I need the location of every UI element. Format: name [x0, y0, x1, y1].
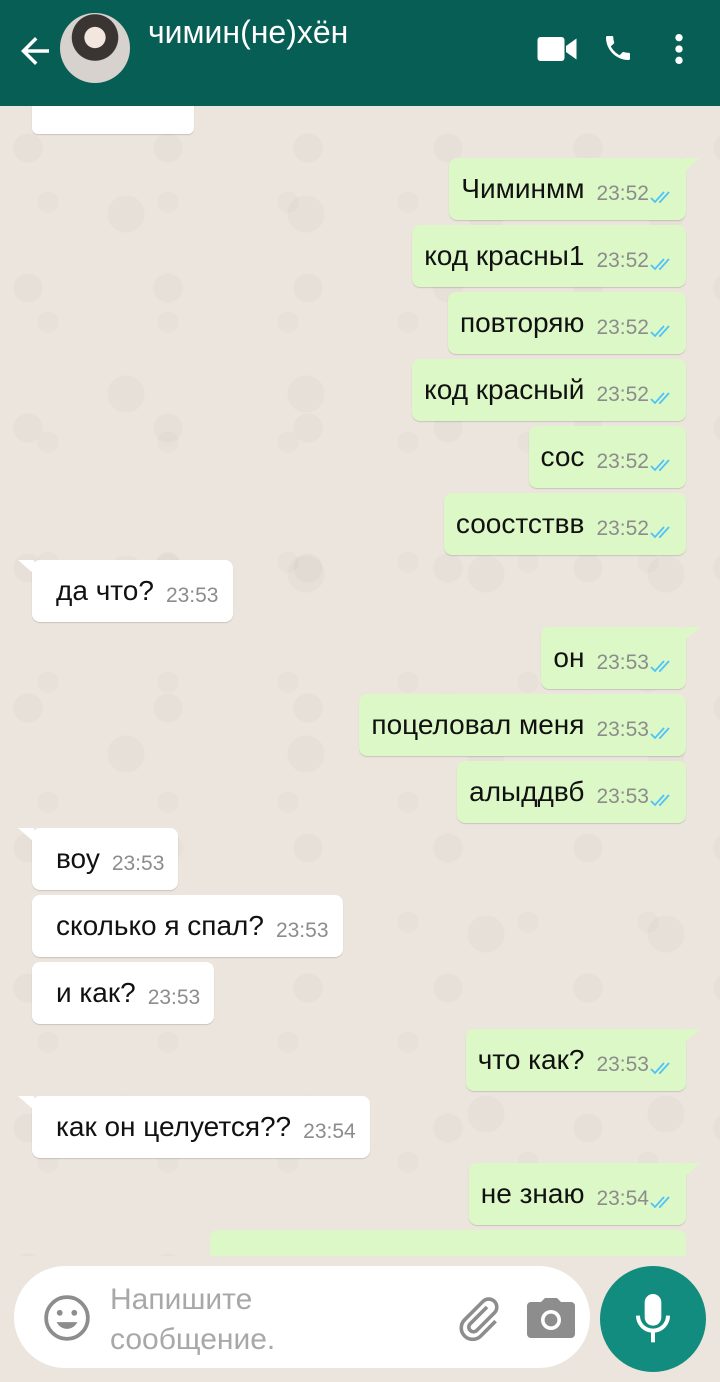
outgoing-message[interactable]: алыддвб 23:53 — [457, 761, 686, 823]
back-arrow-icon[interactable] — [14, 30, 56, 72]
outgoing-message[interactable]: он 23:53 — [541, 627, 700, 689]
message-text: воу — [56, 843, 100, 874]
outgoing-message[interactable]: соостствв 23:52 — [443, 493, 686, 555]
outgoing-message[interactable]: код красный 23:52 — [412, 359, 686, 421]
message-text: и как? — [56, 977, 136, 1008]
outgoing-message[interactable]: Чиминмм 23:52 — [449, 158, 700, 220]
read-ticks-icon — [650, 258, 670, 271]
outgoing-message[interactable]: сос 23:52 — [528, 426, 686, 488]
message-text: соостствв — [455, 508, 585, 539]
incoming-message[interactable]: воу 23:53 — [17, 828, 179, 890]
outgoing-message[interactable]: повторяю 23:52 — [447, 292, 686, 354]
message-time: 23:53 — [147, 986, 201, 1009]
partial-incoming-bubble — [32, 106, 194, 134]
composer-bar: Напишите сообщение. — [0, 1256, 720, 1382]
camera-icon[interactable] — [524, 1294, 578, 1342]
message-time: 23:53 — [596, 651, 649, 674]
outgoing-message[interactable]: поцеловал меня 23:53 — [359, 694, 686, 756]
message-time: 23:53 — [111, 852, 165, 875]
message-text: сколько я спал? — [56, 910, 264, 941]
phone-icon[interactable] — [602, 32, 634, 64]
chat-header: чимин(не)хён — [0, 0, 720, 106]
incoming-message[interactable]: как он целуется?? 23:54 — [18, 1096, 370, 1158]
video-call-icon[interactable] — [536, 34, 578, 64]
message-time: 23:52 — [596, 182, 649, 205]
message-text: что как? — [477, 1044, 585, 1075]
read-ticks-icon — [650, 191, 670, 204]
message-time: 23:53 — [596, 718, 649, 741]
message-text: Чиминмм — [461, 173, 585, 204]
mic-icon — [636, 1294, 670, 1343]
message-time: 23:54 — [596, 1187, 649, 1210]
outgoing-message[interactable]: код красны1 23:52 — [412, 225, 686, 287]
message-text: он — [553, 642, 585, 673]
message-time: 23:53 — [596, 1053, 649, 1076]
message-time: 23:53 — [596, 785, 649, 808]
read-ticks-icon — [650, 794, 670, 807]
contact-name[interactable]: чимин(не)хён — [148, 14, 348, 51]
emoji-icon[interactable] — [42, 1293, 92, 1343]
read-ticks-icon — [650, 392, 670, 405]
message-time: 23:52 — [596, 383, 649, 406]
incoming-message[interactable]: да что? 23:53 — [18, 560, 233, 622]
read-ticks-icon — [650, 526, 670, 539]
message-time: 23:52 — [596, 450, 649, 473]
read-ticks-icon — [650, 727, 670, 740]
message-text: код красны1 — [424, 240, 585, 271]
message-text: не знаю — [480, 1178, 585, 1209]
attach-icon[interactable] — [454, 1294, 502, 1342]
message-time: 23:53 — [165, 584, 219, 607]
read-ticks-icon — [650, 459, 670, 472]
message-time: 23:52 — [596, 517, 649, 540]
message-text: код красный — [424, 374, 585, 405]
message-text: повторяю — [459, 307, 585, 338]
message-text: сос — [540, 441, 585, 472]
read-ticks-icon — [650, 1196, 670, 1209]
mic-button[interactable] — [600, 1266, 706, 1372]
incoming-message[interactable]: и как? 23:53 — [32, 962, 215, 1024]
partial-outgoing-bubble — [210, 1230, 686, 1256]
message-list[interactable]: Чиминмм 23:52 код красны1 23:52 повторяю 23:5… — [0, 106, 720, 1256]
message-time: 23:52 — [596, 316, 649, 339]
read-ticks-icon — [650, 660, 670, 673]
more-vert-icon[interactable] — [668, 32, 690, 66]
message-time: 23:54 — [303, 1120, 356, 1143]
message-text: как он целуется?? — [56, 1111, 292, 1142]
message-placeholder: Напишите сообщение. — [110, 1283, 276, 1356]
incoming-message[interactable]: сколько я спал? 23:53 — [32, 895, 343, 957]
message-text: да что? — [56, 575, 154, 606]
outgoing-message[interactable]: не знаю 23:54 — [468, 1163, 701, 1225]
message-time: 23:52 — [596, 249, 649, 272]
outgoing-message[interactable]: что как? 23:53 — [465, 1029, 701, 1091]
message-input[interactable]: Напишите сообщение. — [14, 1266, 590, 1368]
read-ticks-icon — [650, 1062, 670, 1075]
message-text: поцеловал меня — [371, 709, 585, 740]
message-time: 23:53 — [275, 919, 329, 942]
message-text: алыддвб — [469, 776, 585, 807]
avatar[interactable] — [60, 13, 130, 83]
read-ticks-icon — [650, 325, 670, 338]
